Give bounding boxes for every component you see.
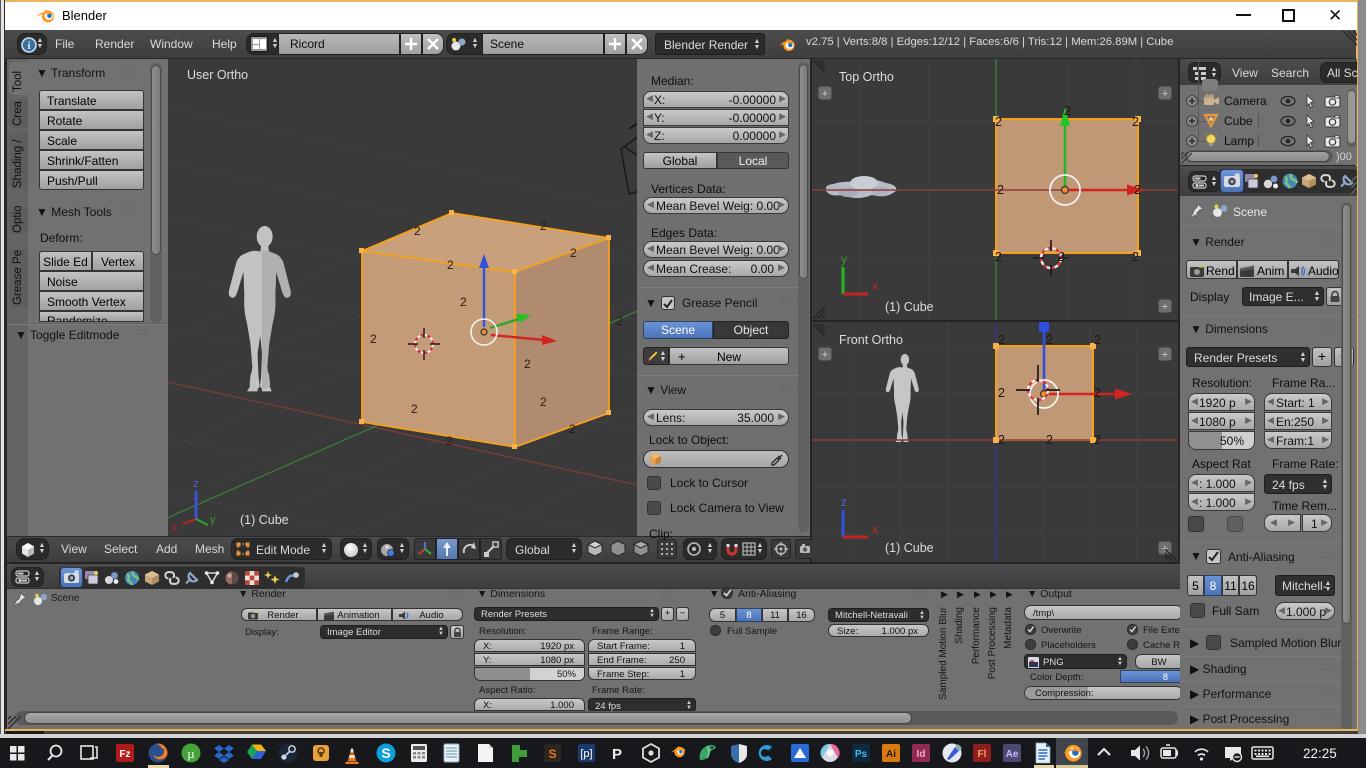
svg-text:2: 2: [995, 250, 1002, 264]
svg-text:+: +: [822, 349, 828, 361]
svg-text:2: 2: [998, 333, 1005, 347]
svg-text:[p]: [p]: [580, 748, 592, 760]
svg-text:2: 2: [460, 295, 467, 309]
svg-text:User Ortho: User Ortho: [187, 68, 248, 82]
svg-text:S: S: [548, 747, 556, 761]
svg-text:2: 2: [414, 224, 421, 238]
svg-text:(1) Cube: (1) Cube: [240, 513, 289, 527]
svg-text:2: 2: [569, 422, 576, 436]
svg-text:+: +: [822, 88, 828, 100]
svg-text:Ai: Ai: [886, 749, 896, 760]
svg-text:x: x: [872, 279, 878, 293]
svg-text:2: 2: [370, 332, 377, 346]
svg-text:2: 2: [1094, 433, 1101, 447]
svg-text:2: 2: [1058, 250, 1065, 264]
svg-text:Ae: Ae: [1006, 749, 1019, 760]
svg-text:2: 2: [540, 219, 547, 233]
svg-text:Top Ortho: Top Ortho: [839, 70, 894, 84]
svg-text:2: 2: [998, 386, 1005, 400]
svg-text:2: 2: [1046, 333, 1053, 347]
svg-text:(1) Cube: (1) Cube: [885, 300, 934, 314]
svg-text:2: 2: [997, 183, 1004, 197]
svg-text:Fz: Fz: [119, 749, 130, 760]
svg-text:2: 2: [995, 115, 1002, 129]
svg-text:Id: Id: [917, 749, 926, 760]
svg-text:Ps: Ps: [855, 749, 868, 760]
svg-text:2: 2: [446, 434, 453, 448]
svg-text:2: 2: [1046, 433, 1053, 447]
svg-text:2: 2: [1064, 104, 1071, 118]
svg-text:+: +: [1162, 301, 1168, 313]
svg-text:Front Ortho: Front Ortho: [839, 333, 903, 347]
svg-text:2: 2: [411, 402, 418, 416]
svg-text:P: P: [612, 746, 622, 763]
svg-text:y: y: [841, 252, 847, 266]
svg-text:x: x: [172, 522, 178, 534]
svg-text:µ: µ: [187, 746, 195, 761]
svg-text:(1) Cube: (1) Cube: [885, 541, 934, 555]
svg-text:2: 2: [1134, 183, 1141, 197]
svg-text:y: y: [210, 514, 216, 526]
svg-text:+: +: [1162, 88, 1168, 100]
svg-text:2: 2: [540, 395, 547, 409]
svg-text:2: 2: [524, 357, 531, 371]
svg-text:z: z: [841, 495, 847, 509]
svg-text:2: 2: [1094, 333, 1101, 347]
svg-text:+: +: [1162, 349, 1168, 361]
svg-text:i: i: [27, 40, 30, 52]
svg-text:2: 2: [570, 246, 577, 260]
svg-text:Fl: Fl: [978, 749, 987, 760]
svg-text:2: 2: [1132, 115, 1139, 129]
svg-text:2: 2: [998, 433, 1005, 447]
svg-text:S: S: [381, 745, 390, 761]
svg-text:x: x: [872, 522, 878, 536]
svg-text:2: 2: [616, 314, 623, 328]
svg-text:2: 2: [1132, 250, 1139, 264]
svg-text:2: 2: [447, 258, 454, 272]
svg-text:2: 2: [1094, 386, 1101, 400]
svg-text:z: z: [193, 478, 199, 490]
svg-text:22:25: 22:25: [1303, 746, 1337, 761]
